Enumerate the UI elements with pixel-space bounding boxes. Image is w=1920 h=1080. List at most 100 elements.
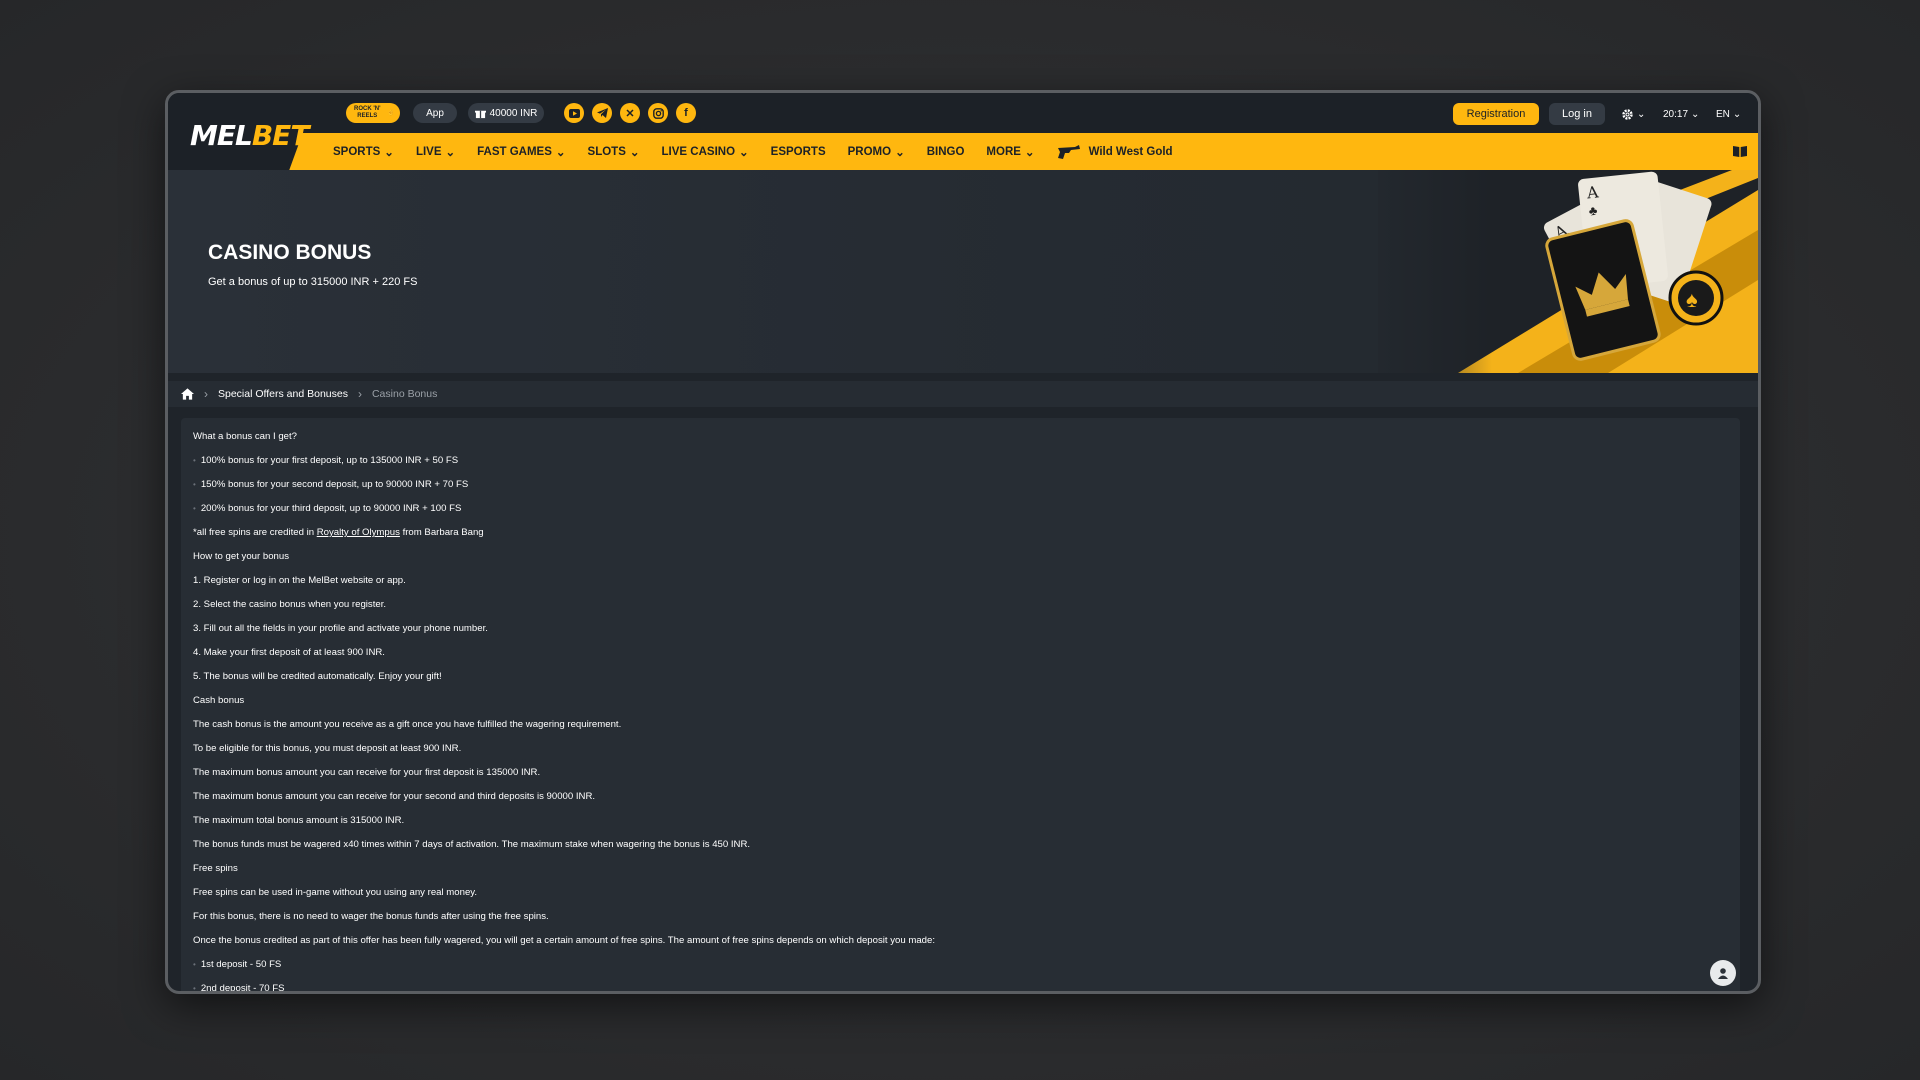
line-text: The maximum total bonus amount is 315000… (193, 815, 405, 826)
text-line: How to get your bonus (193, 545, 935, 569)
nav-sports[interactable]: SPORTS ⌄ (333, 145, 394, 159)
line-text: Free spins (193, 863, 238, 874)
nav-special-label: Wild West Gold (1088, 145, 1173, 158)
nav-label: SLOTS (587, 145, 626, 158)
logo-part1: MEL (190, 119, 253, 152)
revolver-icon (1057, 144, 1080, 159)
text-line: The maximum total bonus amount is 315000… (193, 809, 935, 833)
text-line: What a bonus can I get? (193, 425, 935, 449)
nav-label: ESPORTS (770, 145, 826, 158)
app-button[interactable]: App (413, 103, 457, 123)
text-line: Once the bonus credited as part of this … (193, 929, 935, 953)
line-text: 150% bonus for your second deposit, up t… (200, 479, 469, 490)
nav-esports[interactable]: ESPORTS (771, 146, 826, 158)
line-text: Cash bonus (193, 695, 245, 706)
breadcrumb-current: Casino Bonus (371, 388, 438, 400)
settings-menu[interactable]: ⌄ (1621, 103, 1645, 125)
nav-live[interactable]: LIVE ⌄ (416, 145, 455, 159)
melbet-logo[interactable]: MELBET (190, 119, 309, 152)
line-text: Free spins can be used in-game without y… (193, 887, 478, 898)
time-menu[interactable]: 20:17 ⌄ (1663, 103, 1699, 125)
nav-more[interactable]: MORE ⌄ (986, 145, 1034, 159)
app-label: App (426, 107, 444, 119)
line-text: 3. Fill out all the fields in your profi… (193, 623, 488, 634)
chevron-down-icon: ⌄ (739, 146, 749, 159)
chevron-down-icon: ⌄ (1637, 108, 1646, 120)
chevron-down-icon: ⌄ (895, 146, 905, 159)
x-icon[interactable]: ✕ (620, 103, 640, 123)
chevron-down-icon: ⌄ (555, 146, 566, 159)
nav-live-casino[interactable]: LIVE CASINO ⌄ (662, 145, 749, 159)
support-chat-button[interactable] (1710, 960, 1736, 986)
nav-fast-games[interactable]: FAST GAMES ⌄ (477, 145, 565, 159)
top-header: ROCK 'N' REELS ✌ App 40000 INR ✕ f Regis… (168, 93, 1758, 133)
text-line: 5. The bonus will be credited automatica… (193, 665, 935, 689)
text-line: The maximum bonus amount you can receive… (193, 761, 935, 785)
line-text: *all free spins are credited in (193, 527, 317, 538)
main-navigation: SPORTS ⌄ LIVE ⌄ FAST GAMES ⌄ SLOTS ⌄ LIVE CA… (308, 133, 1758, 170)
chevron-down-icon: ⌄ (384, 146, 394, 159)
text-line: Cash bonus (193, 689, 935, 713)
hand-icon: ✌ (387, 109, 395, 116)
line-text: 4. Make your first deposit of at least 9… (193, 647, 385, 658)
hero-subtitle: Get a bonus of up to 315000 INR + 220 FS (208, 276, 418, 288)
content-lines: What a bonus can I get? 100% bonus for yo… (193, 425, 935, 994)
text-line: 1. Register or log in on the MelBet webs… (193, 569, 935, 593)
gift-icon (474, 110, 486, 118)
chevron-right-icon: › (204, 387, 208, 401)
line-text: 5. The bonus will be credited automatica… (193, 671, 442, 682)
language-menu[interactable]: EN ⌄ (1716, 103, 1741, 125)
home-icon[interactable] (181, 388, 194, 400)
hero-banner: CASINO BONUS Get a bonus of up to 315000… (168, 170, 1758, 373)
text-line: 3. Fill out all the fields in your profi… (193, 617, 935, 641)
login-label: Log in (1562, 108, 1592, 120)
instagram-icon[interactable] (648, 103, 668, 123)
line-text: For this bonus, there is no need to wage… (193, 911, 549, 922)
nav-label: MORE (986, 145, 1021, 158)
list-item: 100% bonus for your first deposit, up to… (193, 449, 935, 473)
telegram-icon[interactable] (592, 103, 612, 123)
text-line: For this bonus, there is no need to wage… (193, 905, 935, 929)
line-text-after: from Barbara Bang (399, 527, 484, 538)
chevron-right-icon: › (357, 387, 362, 401)
line-text: 1. Register or log in on the MelBet webs… (193, 575, 406, 586)
nav-slots[interactable]: SLOTS ⌄ (588, 145, 640, 159)
hero-title: CASINO BONUS (208, 241, 372, 264)
line-text: The bonus funds must be wagered x40 time… (193, 839, 751, 850)
chevron-down-icon: ⌄ (1732, 108, 1742, 120)
text-line: To be eligible for this bonus, you must … (193, 737, 935, 761)
playing-cards-illustration: A ♣ A ♣ A ♣ ♠ (1378, 170, 1758, 373)
line-text: 2nd deposit - 70 FS (200, 983, 285, 994)
bonus-button[interactable]: 40000 INR (468, 103, 544, 123)
line-text: To be eligible for this bonus, you must … (193, 743, 462, 754)
text-line: 4. Make your first deposit of at least 9… (193, 641, 935, 665)
nav-label: SPORTS (333, 145, 381, 158)
support-agent-icon (1718, 968, 1728, 979)
breadcrumb-link[interactable]: Special Offers and Bonuses (218, 388, 348, 400)
facebook-icon[interactable]: f (676, 103, 696, 123)
book-icon[interactable] (1732, 144, 1748, 158)
breadcrumb: › Special Offers and Bonuses › Casino Bo… (168, 381, 1758, 407)
promo-badge[interactable]: ROCK 'N' REELS ✌ (346, 103, 400, 123)
nav-label: PROMO (847, 145, 892, 158)
nav-wild-west-gold[interactable]: Wild West Gold (1057, 144, 1173, 160)
registration-button[interactable]: Registration (1453, 103, 1539, 125)
nav-label: LIVE (415, 145, 442, 158)
line-text: 200% bonus for your third deposit, up to… (200, 503, 462, 514)
login-button[interactable]: Log in (1549, 103, 1605, 125)
line-text: The cash bonus is the amount you receive… (193, 719, 622, 730)
time-label: 20:17 (1663, 108, 1689, 120)
browser-frame: ROCK 'N' REELS ✌ App 40000 INR ✕ f Regis… (165, 90, 1761, 994)
line-text: The maximum bonus amount you can receive… (193, 791, 596, 802)
promo-badge-text: ROCK 'N' REELS (353, 106, 381, 119)
game-link[interactable]: Royalty of Olympus (317, 527, 400, 538)
youtube-icon[interactable] (564, 103, 584, 123)
line-text: The maximum bonus amount you can receive… (193, 767, 541, 778)
text-line: The cash bonus is the amount you receive… (193, 713, 935, 737)
bonus-content-panel: What a bonus can I get? 100% bonus for yo… (181, 418, 1740, 994)
text-line: Free spins can be used in-game without y… (193, 881, 935, 905)
nav-label: LIVE CASINO (661, 145, 736, 158)
text-line: The maximum bonus amount you can receive… (193, 785, 935, 809)
nav-promo[interactable]: PROMO ⌄ (848, 145, 905, 159)
nav-bingo[interactable]: BINGO (927, 146, 965, 158)
